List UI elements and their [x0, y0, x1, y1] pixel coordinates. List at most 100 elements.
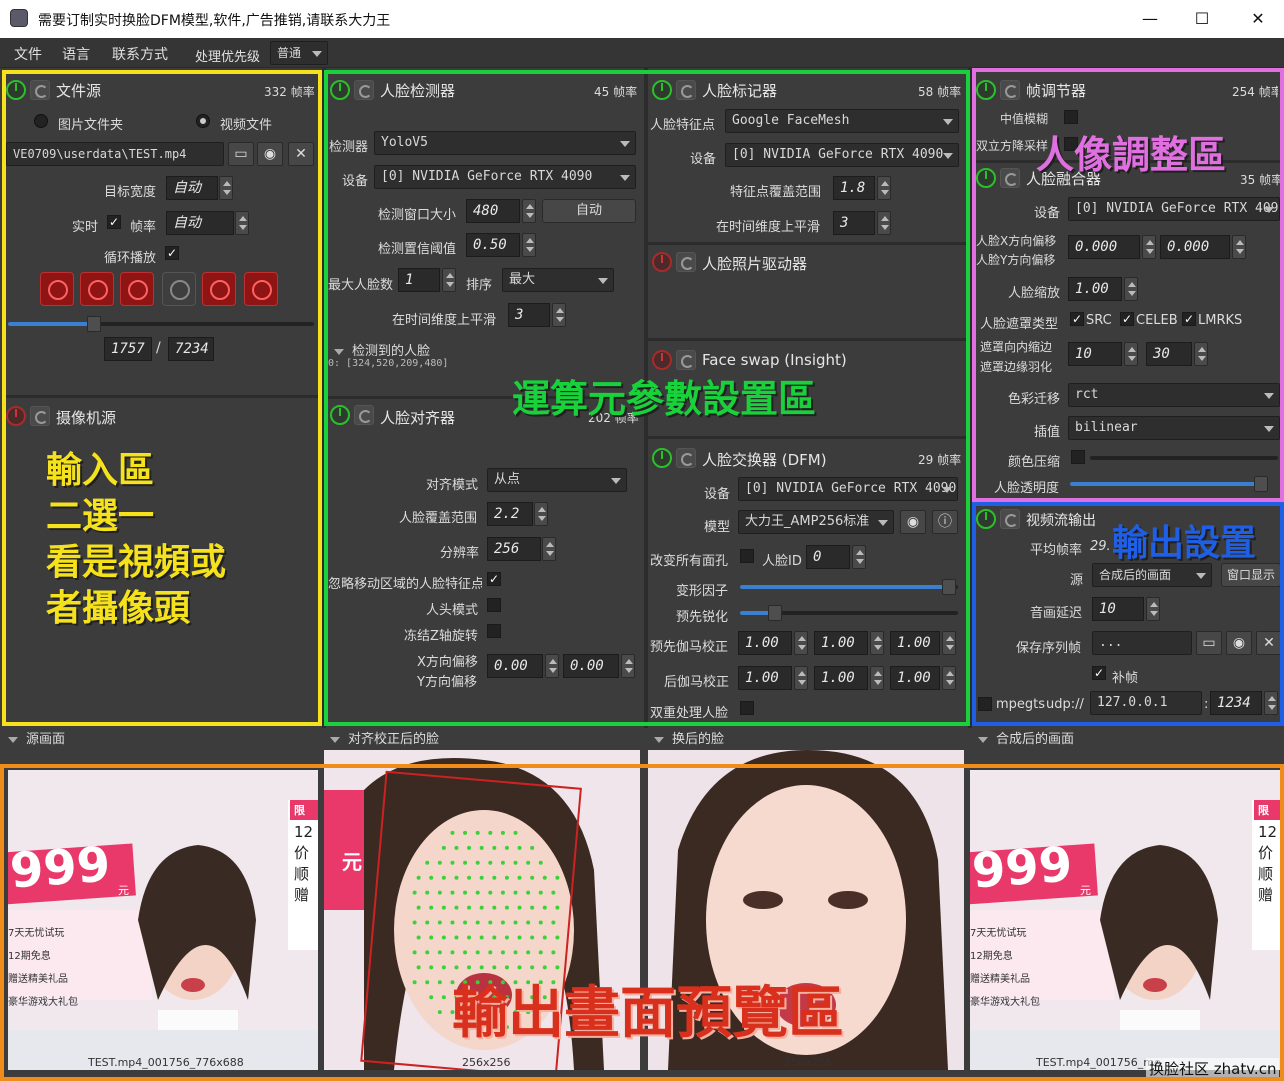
spin-arrows-icon[interactable]: [442, 268, 456, 292]
spin-arrows-icon[interactable]: [877, 211, 891, 235]
mask-celeb-checkbox[interactable]: ✓: [1120, 312, 1134, 326]
max-faces-input[interactable]: 1: [398, 268, 440, 292]
pre-gamma-r-input[interactable]: 1.00: [738, 631, 792, 655]
head-mode-checkbox[interactable]: [487, 598, 501, 612]
x-offset-input[interactable]: 0.000: [1068, 235, 1140, 259]
window-display-button[interactable]: 窗口显示: [1221, 563, 1281, 587]
spin-arrows-icon[interactable]: [522, 199, 536, 223]
device-select[interactable]: [0] NVIDIA GeForce RTX 4090: [374, 165, 636, 189]
freeze-z-checkbox[interactable]: [487, 624, 501, 638]
fps-input[interactable]: 自动: [166, 211, 234, 235]
loop-checkbox[interactable]: ✓: [165, 246, 179, 260]
spin-arrows-icon[interactable]: [545, 654, 559, 678]
coverage-input[interactable]: 2.2: [487, 502, 533, 526]
eye-icon[interactable]: ◉: [257, 142, 283, 166]
power-icon[interactable]: [976, 80, 996, 100]
preview-header-swapped[interactable]: 换后的脸: [654, 728, 724, 750]
spin-arrows-icon[interactable]: [1142, 235, 1156, 259]
mpegts-checkbox[interactable]: [978, 697, 992, 711]
spin-arrows-icon[interactable]: [877, 176, 891, 200]
spin-arrows-icon[interactable]: [870, 666, 884, 690]
reload-icon[interactable]: [1000, 509, 1020, 529]
y-offset-input[interactable]: 0.00: [563, 654, 619, 678]
menu-language[interactable]: 语言: [62, 44, 90, 64]
presharpen-slider-handle[interactable]: [767, 605, 782, 621]
median-blur-checkbox[interactable]: [1064, 110, 1078, 124]
spin-arrows-icon[interactable]: [942, 631, 956, 655]
auto-button[interactable]: 自动: [542, 199, 636, 223]
spin-arrows-icon[interactable]: [552, 303, 566, 327]
spin-arrows-icon[interactable]: [794, 666, 808, 690]
seek-slider-handle[interactable]: [86, 316, 101, 332]
landmarks-select[interactable]: Google FaceMesh: [725, 109, 959, 133]
erode-input[interactable]: 10: [1068, 342, 1122, 366]
reload-icon[interactable]: [1000, 168, 1020, 188]
preview-header-source[interactable]: 源画面: [8, 728, 65, 750]
clear-icon[interactable]: ✕: [288, 142, 314, 166]
spin-arrows-icon[interactable]: [1124, 277, 1138, 301]
model-select[interactable]: 大力王_AMP256标准: [738, 510, 894, 534]
reload-icon[interactable]: [30, 406, 50, 426]
swap-all-checkbox[interactable]: [740, 549, 754, 563]
power-icon[interactable]: [976, 509, 996, 529]
preview-header-merged[interactable]: 合成后的画面: [978, 728, 1074, 750]
spin-arrows-icon[interactable]: [1232, 235, 1246, 259]
y-offset-input[interactable]: 0.000: [1160, 235, 1230, 259]
spin-arrows-icon[interactable]: [942, 666, 956, 690]
pre-gamma-b-input[interactable]: 1.00: [890, 631, 940, 655]
threshold-input[interactable]: 0.50: [466, 233, 520, 257]
device-select[interactable]: [0] NVIDIA GeForce RTX 4090: [725, 143, 959, 167]
minimize-button[interactable]: —: [1136, 6, 1164, 32]
reload-icon[interactable]: [676, 448, 696, 468]
realtime-checkbox[interactable]: ✓: [107, 215, 121, 229]
device-select[interactable]: [0] NVIDIA GeForce RTX 4090: [1068, 197, 1280, 221]
spin-arrows-icon[interactable]: [621, 654, 635, 678]
fill-frames-checkbox[interactable]: ✓: [1092, 666, 1106, 680]
spin-arrows-icon[interactable]: [1124, 342, 1138, 366]
seek-slider[interactable]: [8, 316, 314, 332]
pause-button[interactable]: [162, 272, 196, 306]
opacity-slider-handle[interactable]: [1254, 476, 1268, 492]
spin-arrows-icon[interactable]: [219, 176, 233, 200]
align-mode-select[interactable]: 从点: [487, 468, 627, 492]
post-gamma-g-input[interactable]: 1.00: [814, 666, 868, 690]
reload-icon[interactable]: [30, 80, 50, 100]
reload-icon[interactable]: [1000, 80, 1020, 100]
av-delay-input[interactable]: 10: [1092, 597, 1144, 621]
power-icon[interactable]: [6, 80, 26, 100]
video-file-radio[interactable]: [196, 114, 210, 128]
presharpen-slider[interactable]: [740, 605, 958, 621]
file-path-input[interactable]: VE0709\userdata\TEST.mp4: [6, 142, 224, 166]
pre-gamma-g-input[interactable]: 1.00: [814, 631, 868, 655]
reload-icon[interactable]: [354, 405, 374, 425]
smooth-input[interactable]: 3: [833, 211, 875, 235]
scale-input[interactable]: 1.00: [1068, 277, 1122, 301]
spin-arrows-icon[interactable]: [870, 631, 884, 655]
power-icon[interactable]: [652, 252, 672, 272]
reload-icon[interactable]: [676, 252, 696, 272]
opacity-slider[interactable]: [1070, 476, 1268, 492]
interp-select[interactable]: bilinear: [1068, 416, 1280, 440]
detector-select[interactable]: YoloV5: [374, 131, 636, 155]
menu-file[interactable]: 文件: [14, 44, 42, 64]
source-select[interactable]: 合成后的画面: [1092, 563, 1212, 587]
spin-arrows-icon[interactable]: [542, 537, 556, 561]
power-icon[interactable]: [652, 350, 672, 370]
spin-arrows-icon[interactable]: [522, 233, 536, 257]
power-icon[interactable]: [330, 80, 350, 100]
folder-icon[interactable]: ▭: [1196, 631, 1222, 655]
post-gamma-r-input[interactable]: 1.00: [738, 666, 792, 690]
spin-arrows-icon[interactable]: [1264, 691, 1278, 715]
play-button[interactable]: [120, 272, 154, 306]
target-width-input[interactable]: 自动: [166, 176, 218, 200]
save-path-input[interactable]: ...: [1092, 631, 1192, 655]
morph-slider-handle[interactable]: [942, 579, 957, 595]
port-input[interactable]: 1234: [1210, 691, 1262, 715]
clear-icon[interactable]: ✕: [1256, 631, 1282, 655]
spin-arrows-icon[interactable]: [1194, 342, 1208, 366]
seek-forward-button[interactable]: [202, 272, 236, 306]
resolution-input[interactable]: 256: [487, 537, 541, 561]
mask-lmrks-checkbox[interactable]: ✓: [1182, 312, 1196, 326]
reload-icon[interactable]: [676, 80, 696, 100]
image-folder-radio[interactable]: [34, 114, 48, 128]
